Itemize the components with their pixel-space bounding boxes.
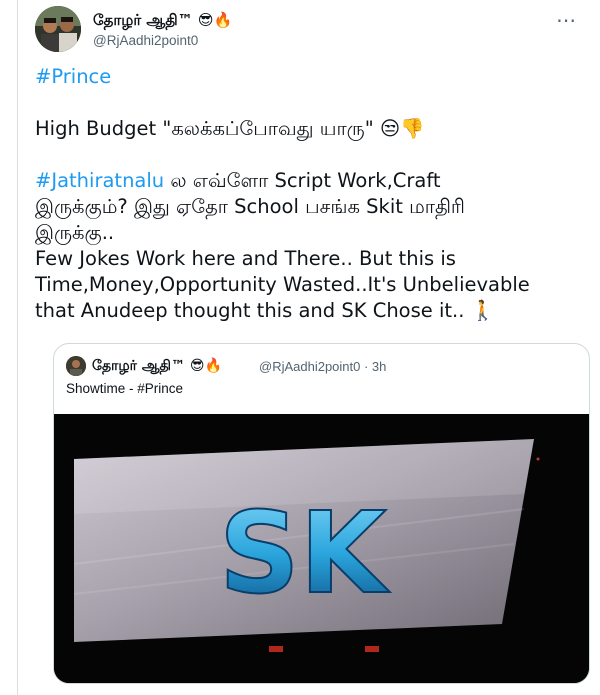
avatar[interactable] (35, 6, 81, 52)
tweet-line: இருக்கு.. (35, 221, 115, 244)
tweet-line: இருக்கும்? இது ஏதோ School பசங்க Skit மாத… (35, 195, 465, 218)
quoted-image[interactable]: SK (54, 414, 589, 683)
quoted-text: Showtime - #Prince (66, 381, 184, 396)
tweet-header: தோழர் ஆதி™ 😎🔥 @RjAadhi2point0 ⋯ (35, 6, 600, 56)
tweet-line: that Anudeep thought this and SK Chose i… (35, 299, 495, 322)
sk-logo: SK (219, 489, 391, 619)
author-name[interactable]: தோழர் ஆதி™ 😎🔥 (93, 11, 232, 31)
quoted-tweet-header: தோழர் ஆதி™ 😎🔥 @RjAadhi2point0 · 3h (66, 356, 577, 378)
quoted-tweet[interactable]: தோழர் ஆதி™ 😎🔥 @RjAadhi2point0 · 3h Showt… (53, 343, 590, 684)
hashtag-link[interactable]: #Prince (35, 65, 111, 88)
tweet-line: Few Jokes Work here and There.. But this… (35, 247, 456, 270)
quoted-author-handle[interactable]: @RjAadhi2point0 · 3h (259, 359, 386, 374)
tweet-card: தோழர் ஆதி™ 😎🔥 @RjAadhi2point0 ⋯ #Prince … (17, 0, 600, 695)
tweet-line-text: ல எவ்ளோ Script Work,Craft (164, 169, 441, 192)
hashtag-link[interactable]: #Jathiratnalu (35, 169, 164, 192)
tweet-line: #Jathiratnalu ல எவ்ளோ Script Work,Craft (35, 168, 569, 194)
tweet-text: #Prince High Budget "கலக்கப்போவது யாரு" … (35, 64, 569, 324)
tweet-line: High Budget "கலக்கப்போவது யாரு" 😒👎 (35, 117, 425, 140)
quoted-author-name[interactable]: தோழர் ஆதி™ 😎🔥 (92, 358, 222, 376)
author-handle[interactable]: @RjAadhi2point0 (93, 33, 198, 48)
tweet-line: Time,Money,Opportunity Wasted..It's Unbe… (35, 273, 530, 296)
quoted-avatar[interactable] (66, 356, 86, 376)
more-icon[interactable]: ⋯ (556, 8, 577, 33)
